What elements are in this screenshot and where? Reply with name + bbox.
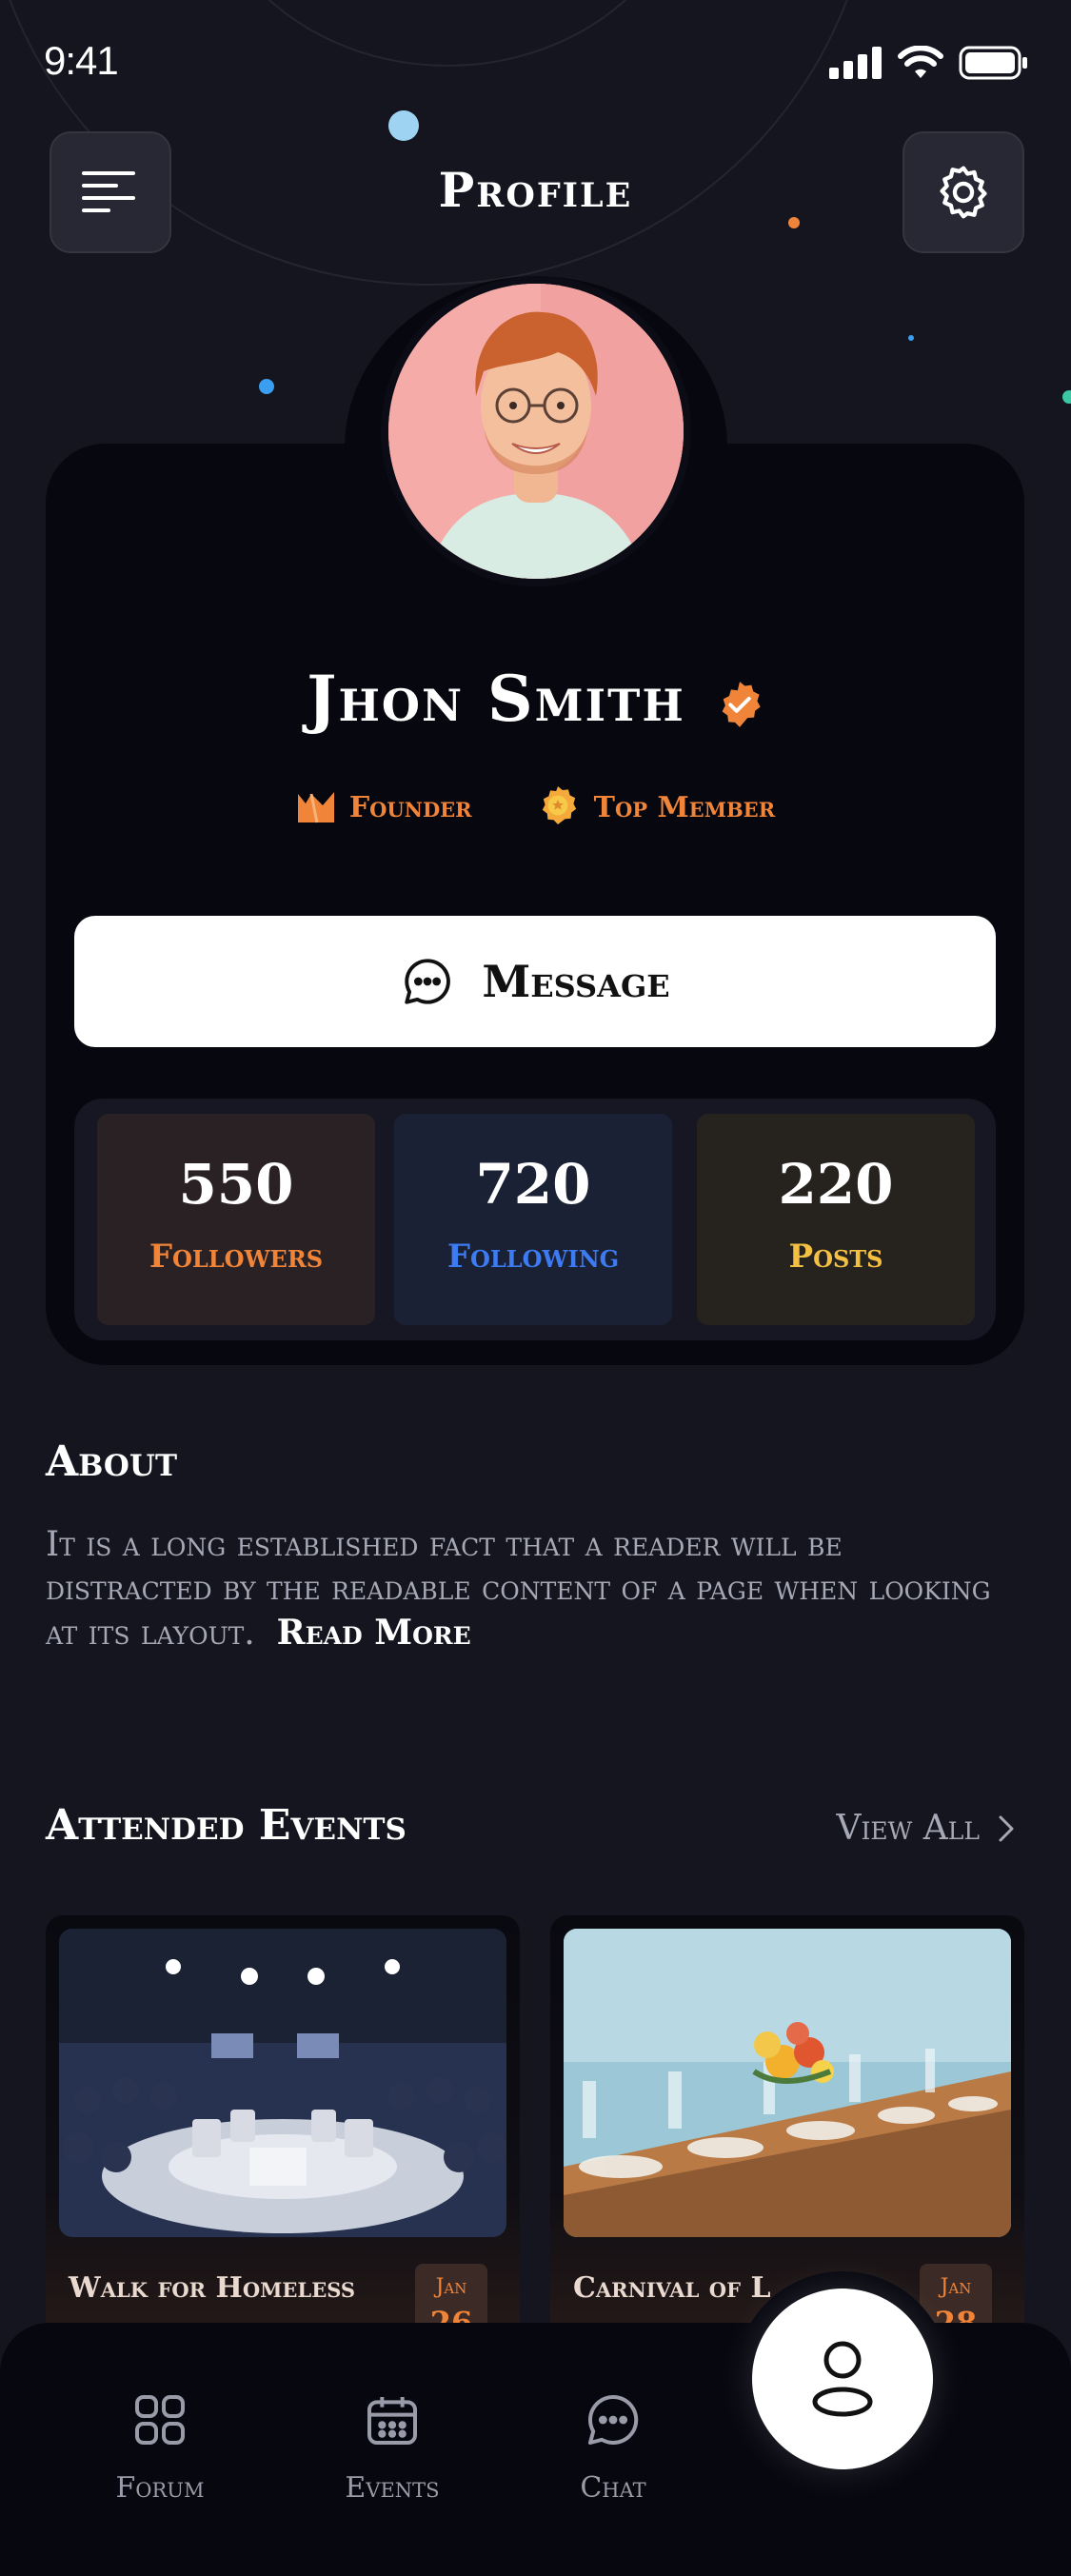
avatar-portrait [388,284,684,579]
profile-name-row: Jhon Smith [0,662,1071,736]
event-image-panel [59,1929,506,2237]
decorative-dot [1062,390,1071,404]
stat-posts-label: Posts [788,1238,883,1276]
stat-posts-value: 220 [778,1152,894,1217]
event-title: Carnival of L [573,2271,771,2305]
profile-badges: Founder Top Member [0,784,1071,830]
message-button[interactable]: Message [74,916,996,1047]
view-all-label: View All [836,1809,980,1848]
stats-panel: 550 Followers 720 Following 220 Posts [74,1099,996,1340]
battery-icon [959,46,1027,80]
founder-flag-icon [297,792,334,823]
stat-followers[interactable]: 550 Followers [97,1114,375,1325]
nav-item-events[interactable]: Events [297,2389,487,2505]
avatar[interactable] [388,284,684,579]
signal-icon [829,47,882,79]
event-date-month: Jan [940,2275,972,2299]
nav-item-forum[interactable]: Forum [65,2389,255,2505]
decorative-dot [788,217,800,228]
event-title: Walk for Homeless [69,2271,356,2305]
message-button-label: Message [482,956,670,1007]
read-more-link[interactable]: Read More [277,1613,471,1653]
status-icons [829,46,1029,80]
nav-item-chat-label: Chat [580,2471,646,2505]
profile-name: Jhon Smith [307,662,685,736]
badge-top-member: Top Member [535,784,776,830]
event-image-panel [564,1929,1011,2237]
badge-founder-label: Founder [348,790,472,824]
decorative-dot [908,335,914,341]
settings-button[interactable] [902,131,1024,253]
event-card-walk-for-homeless[interactable]: Walk for Homeless Jan 26 [46,1915,520,2372]
about-text: It is a long established fact that a rea… [46,1523,998,1655]
decorative-dot [259,379,274,394]
profile-icon [812,2341,873,2417]
chat-bubble-icon [405,959,451,1004]
nav-item-chat[interactable]: Chat [518,2389,708,2505]
calendar-icon [367,2397,417,2445]
chevron-right-icon [999,1815,1014,1841]
top-member-medal-icon [542,786,576,824]
verified-badge-icon [722,682,761,727]
nav-item-events-label: Events [345,2471,440,2505]
stat-following[interactable]: 720 Following [394,1114,672,1325]
events-title: Attended Events [46,1801,407,1850]
stat-followers-label: Followers [149,1238,324,1276]
event-date-month: Jan [435,2275,467,2299]
event-photo-panel [59,1929,506,2237]
gear-icon [940,166,987,219]
decorative-dot [388,110,419,141]
stat-posts[interactable]: 220 Posts [697,1114,975,1325]
chat-bubble-icon [588,2394,639,2445]
badge-top-member-label: Top Member [593,790,776,824]
view-all-link[interactable]: View All [837,1809,1016,1848]
stat-following-value: 720 [475,1152,591,1217]
badge-founder: Founder [296,784,472,830]
event-photo-panel [564,1929,1011,2237]
stat-following-label: Following [446,1238,620,1276]
about-title: About [46,1437,178,1486]
status-time: 9:41 [44,38,119,83]
forum-grid-icon [135,2395,185,2445]
wifi-icon [898,46,943,78]
about-body: It is a long established fact that a rea… [46,1525,991,1653]
stat-followers-value: 550 [178,1152,294,1217]
nav-item-profile[interactable] [752,2289,933,2469]
nav-item-forum-label: Forum [115,2471,205,2505]
